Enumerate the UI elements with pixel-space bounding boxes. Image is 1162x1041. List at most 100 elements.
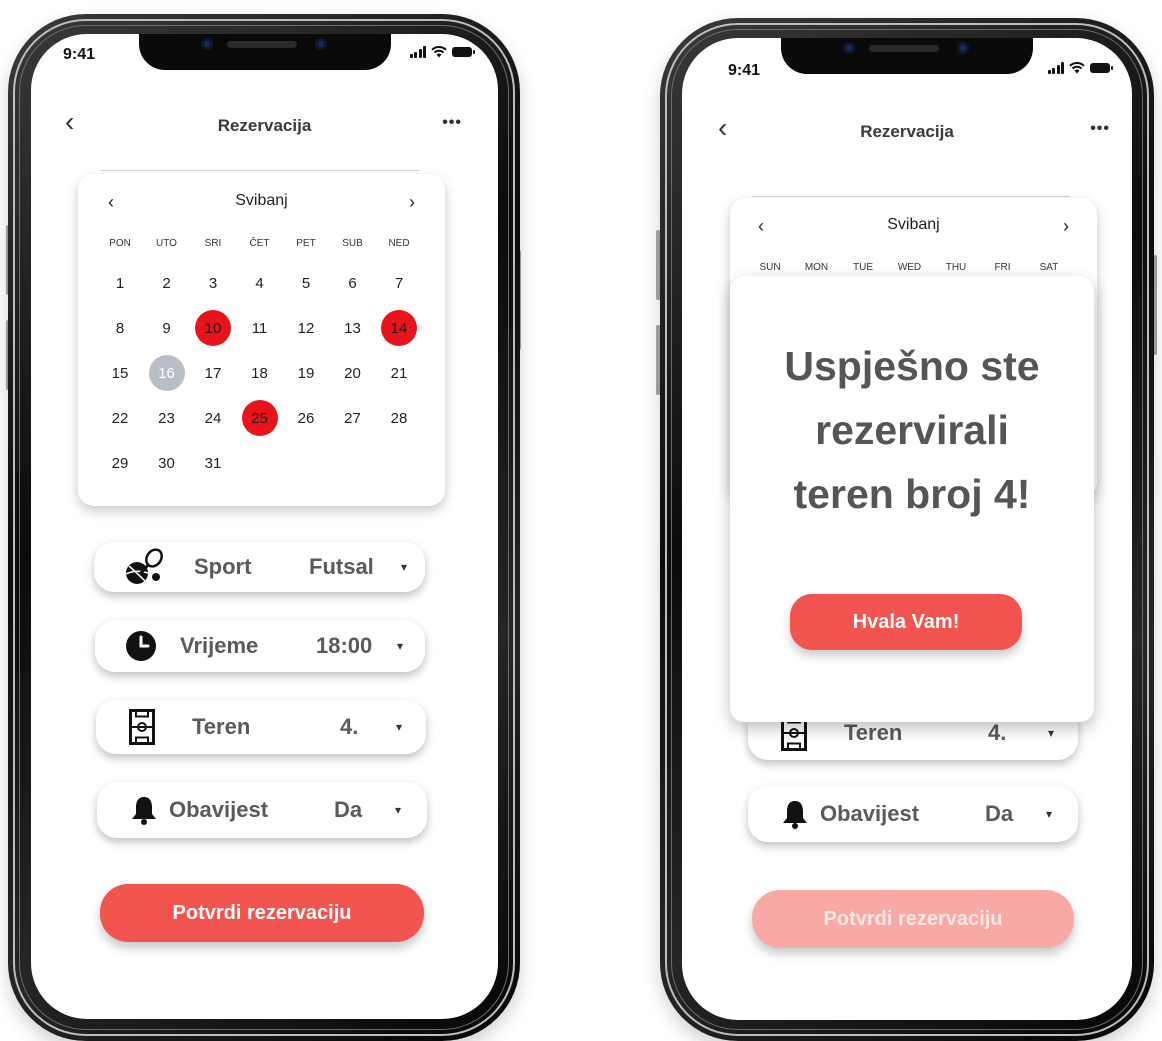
success-message-line-2: rezervirali xyxy=(815,407,1009,453)
calendar-day[interactable]: 6 xyxy=(335,265,371,301)
month-label: Svibanj xyxy=(887,216,940,233)
sport-balls-icon xyxy=(125,548,163,584)
chevron-down-icon: ▾ xyxy=(400,560,407,574)
clock-icon xyxy=(126,631,156,661)
notification-value: Da xyxy=(985,801,1014,826)
calendar-day[interactable]: 1 xyxy=(102,265,138,301)
calendar-day-booked[interactable]: 10 xyxy=(195,310,231,346)
calendar-day[interactable]: 7 xyxy=(381,265,417,301)
calendar-day[interactable]: 3 xyxy=(195,265,231,301)
court-value: 4. xyxy=(340,714,359,739)
more-options-button[interactable]: ••• xyxy=(1090,120,1110,138)
calendar-day[interactable]: 24 xyxy=(195,400,231,436)
confirm-reservation-button[interactable]: Potvrdi rezervaciju xyxy=(100,884,424,942)
confirm-reservation-button: Potvrdi rezervaciju xyxy=(752,890,1074,948)
sensor-dot xyxy=(957,42,969,54)
calendar-day-today[interactable]: 16 xyxy=(148,355,185,391)
calendar-day[interactable]: 26 xyxy=(288,400,324,436)
weekday-label: SRI xyxy=(204,238,222,249)
success-message-line-3: teren broj 4! xyxy=(793,471,1031,517)
chevron-down-icon: ▾ xyxy=(395,720,402,734)
weekday-label: NED xyxy=(388,238,410,249)
success-message-line-1: Uspješno ste xyxy=(784,343,1040,389)
chevron-down-icon: ▾ xyxy=(396,639,403,653)
weekday-label: UTO xyxy=(156,238,177,249)
calendar-day[interactable]: 2 xyxy=(149,265,185,301)
calendar-header: ‹ Svibanj › xyxy=(78,192,445,214)
speaker-grille xyxy=(226,41,297,48)
chevron-down-icon: ▾ xyxy=(1045,807,1052,821)
chevron-down-icon: ▾ xyxy=(394,803,401,817)
court-label: Teren xyxy=(844,720,903,745)
weekday-label: SUB xyxy=(342,238,363,249)
weekday-label: SUN xyxy=(759,262,781,273)
battery-icon xyxy=(1090,63,1113,73)
sport-value: Futsal xyxy=(309,554,374,579)
weekday-label: PON xyxy=(109,238,131,249)
time-label: Vrijeme xyxy=(180,633,259,658)
next-month-button[interactable]: › xyxy=(1063,216,1069,237)
notification-select[interactable]: Obavijest Da ▾ xyxy=(748,786,1078,842)
notification-select[interactable]: Obavijest Da ▾ xyxy=(97,782,427,838)
weekday-label: SAT xyxy=(1039,262,1059,273)
status-time: 9:41 xyxy=(728,62,761,79)
camera-dot xyxy=(843,42,855,54)
sport-label: Sport xyxy=(194,554,252,579)
weekday-label: FRI xyxy=(994,262,1011,273)
calendar-day-booked[interactable]: 25 xyxy=(241,400,278,436)
status-icons xyxy=(409,46,475,58)
speaker-grille xyxy=(869,45,939,52)
status-time: 9:41 xyxy=(63,46,96,63)
calendar-day[interactable]: 18 xyxy=(242,355,278,391)
calendar-day[interactable]: 22 xyxy=(102,400,138,436)
bell-icon xyxy=(783,801,807,829)
calendar-day[interactable]: 29 xyxy=(102,445,138,481)
cellular-signal-icon xyxy=(1047,62,1064,74)
notification-label: Obavijest xyxy=(169,797,269,822)
court-select[interactable]: Teren 4. ▾ xyxy=(96,700,426,754)
chevron-down-icon: ▾ xyxy=(1047,726,1054,740)
header-divider xyxy=(752,196,1070,197)
calendar-day[interactable]: 17 xyxy=(195,355,231,391)
calendar-day[interactable]: 27 xyxy=(335,400,371,436)
notification-value: Da xyxy=(334,797,363,822)
bell-icon xyxy=(132,797,156,825)
weekday-label: TUE xyxy=(853,262,873,273)
weekday-label: THU xyxy=(945,262,967,273)
calendar-day[interactable]: 28 xyxy=(381,400,417,436)
weekday-label: ČET xyxy=(249,238,270,249)
camera-dot xyxy=(200,38,213,50)
calendar-day[interactable]: 21 xyxy=(381,355,417,391)
time-select[interactable]: Vrijeme 18:00 ▾ xyxy=(95,620,425,672)
notch xyxy=(781,38,1033,74)
more-options-button[interactable]: ••• xyxy=(442,114,462,132)
calendar-day[interactable]: 4 xyxy=(242,265,278,301)
wifi-icon xyxy=(431,46,447,58)
calendar-day[interactable]: 8 xyxy=(102,310,138,346)
calendar-day[interactable]: 30 xyxy=(149,445,185,481)
sport-select[interactable]: Sport Futsal ▾ xyxy=(94,542,425,592)
calendar-day[interactable]: 20 xyxy=(335,355,371,391)
calendar-day[interactable]: 5 xyxy=(288,265,324,301)
calendar: ‹ Svibanj › PON UTO SRI ČET PET SUB NED 123456… xyxy=(78,174,445,506)
calendar-day[interactable]: 15 xyxy=(102,355,138,391)
next-month-button[interactable]: › xyxy=(409,192,415,213)
left-phone-screen: 9:41 ‹ Rezervacija ••• ‹ Svibanj › PON UT… xyxy=(31,34,498,1019)
weekday-label: WED xyxy=(897,262,922,273)
calendar-day[interactable]: 23 xyxy=(149,400,185,436)
sensor-dot xyxy=(314,38,327,50)
calendar-day[interactable]: 12 xyxy=(288,310,324,346)
calendar-day[interactable]: 19 xyxy=(288,355,324,391)
wifi-icon xyxy=(1069,62,1085,74)
page-title: Rezervacija xyxy=(217,116,312,135)
calendar-day[interactable]: 11 xyxy=(242,310,278,346)
calendar-day[interactable]: 9 xyxy=(149,310,185,346)
month-label: Svibanj xyxy=(235,192,288,209)
thank-you-button[interactable]: Hvala Vam! xyxy=(790,594,1022,650)
calendar-day-booked[interactable]: 14 xyxy=(381,310,417,346)
calendar-day[interactable]: 31 xyxy=(195,445,231,481)
time-value: 18:00 xyxy=(316,633,373,658)
calendar-day[interactable]: 13 xyxy=(335,310,371,346)
weekday-label: MON xyxy=(804,262,829,273)
status-icons xyxy=(1047,62,1113,74)
